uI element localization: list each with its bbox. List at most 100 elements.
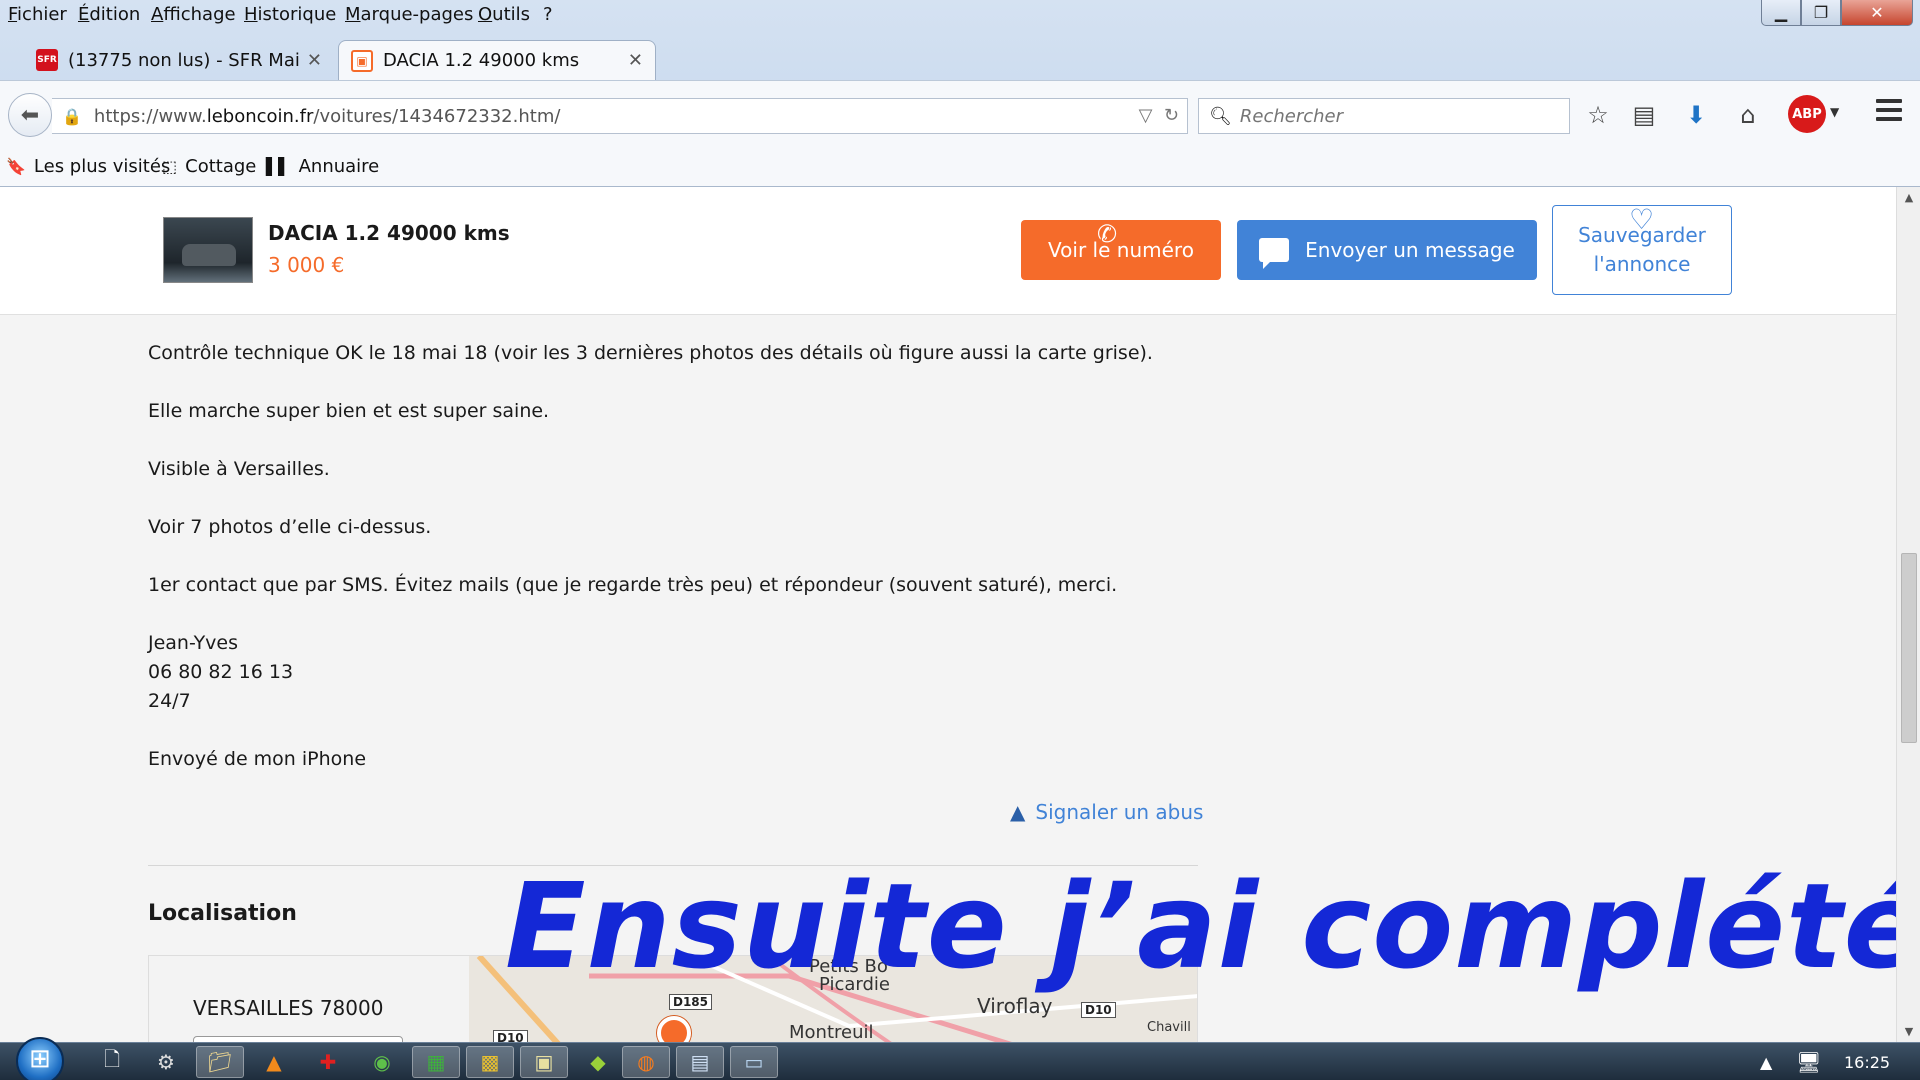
bookmark-star-icon[interactable]: ☆	[1582, 101, 1614, 129]
ad-sticky-header: DACIA 1.2 49000 kms 3 000 € ✆ Voir le nu…	[0, 187, 1896, 315]
paint-taskbar-icon[interactable]: ▩	[466, 1046, 514, 1078]
chrome-taskbar-icon[interactable]: ◉	[358, 1046, 406, 1078]
notepad-taskbar-icon[interactable]: 🗋	[88, 1046, 136, 1078]
tab-close-icon[interactable]: ✕	[307, 50, 322, 71]
menu-marque-pages[interactable]: Marque-pages	[345, 4, 473, 25]
map-place-label: Chavill	[1147, 1020, 1191, 1035]
close-window-button[interactable]: ✕	[1841, 0, 1913, 26]
description-paragraph: Contrôle technique OK le 18 mai 18 (voir…	[148, 342, 1153, 364]
menu-bar: Fichier Édition Affichage Historique Mar…	[0, 0, 1920, 30]
chevron-down-icon[interactable]: ▼	[1830, 105, 1839, 119]
ad-price: 3 000 €	[268, 253, 345, 277]
firefox-taskbar-icon[interactable]: ◍	[622, 1046, 670, 1078]
explorer-taskbar-icon[interactable]: 📁︎	[196, 1046, 244, 1078]
pdf-taskbar-icon[interactable]: ✚	[304, 1046, 352, 1078]
url-prefix: https://www.	[93, 105, 207, 127]
browser-chrome: Fichier Édition Affichage Historique Mar…	[0, 0, 1920, 187]
description-signature: Envoyé de mon iPhone	[148, 748, 367, 770]
start-button[interactable]	[16, 1037, 64, 1080]
bookmark-annuaire[interactable]: ▌▌ Annuaire	[266, 156, 379, 177]
chat-bubble-icon	[1259, 238, 1290, 269]
show-phone-label: Voir le numéro	[1048, 238, 1194, 262]
menu-help[interactable]: ?	[543, 4, 553, 25]
description-paragraph: 1er contact que par SMS. Évitez mails (q…	[148, 574, 1118, 596]
minimize-icon: ▁	[1774, 3, 1788, 22]
network-icon[interactable]: 🖥︎	[1796, 1050, 1821, 1074]
save-ad-label-line2: l'annonce	[1593, 252, 1691, 276]
page-scrollbar[interactable]: ▲ ▼	[1896, 187, 1920, 1042]
image-viewer-taskbar-icon[interactable]: ▣	[520, 1046, 568, 1078]
report-abuse-label: Signaler un abus	[1035, 800, 1204, 824]
minimize-button[interactable]: ▁	[1761, 0, 1801, 26]
search-icon: 🔍︎	[1209, 105, 1232, 127]
send-message-button[interactable]: Envoyer un message	[1237, 220, 1537, 280]
home-icon[interactable]: ⌂	[1732, 101, 1764, 129]
scroll-up-icon[interactable]: ▲	[1897, 191, 1920, 204]
app-taskbar-icon[interactable]: ⚙	[142, 1046, 190, 1078]
phone-icon: ✆	[1097, 220, 1118, 248]
reload-icon[interactable]: ↻	[1164, 105, 1179, 126]
download-icon[interactable]: ⬇	[1680, 101, 1712, 129]
url-controls: ▽ ↻	[1139, 105, 1179, 126]
restore-icon: ❐	[1813, 3, 1829, 22]
bookmarks-toolbar: 🔖 Les plus visités ⬚ Cottage ▌▌ Annuaire	[0, 148, 1920, 186]
back-arrow-icon: ⬅	[20, 102, 40, 128]
map-city-label: VERSAILLES 78000	[193, 996, 384, 1020]
send-message-label: Envoyer un message	[1305, 238, 1515, 262]
bookmark-cottage[interactable]: ⬚ Cottage	[162, 156, 256, 177]
ad-title: DACIA 1.2 49000 kms	[268, 221, 510, 245]
heart-icon: ♡	[1629, 203, 1655, 236]
bookmark-most-visited[interactable]: 🔖 Les plus visités	[6, 156, 170, 177]
tab-label: (13775 non lus) - SFR Mail ...	[68, 49, 299, 71]
window-taskbar-icon[interactable]: ▭	[730, 1046, 778, 1078]
app-green-taskbar-icon[interactable]: ◆	[574, 1046, 622, 1078]
maximize-button[interactable]: ❐	[1801, 0, 1841, 26]
url-bar[interactable]: 🔒 https://www. leboncoin.fr/voitures/1434…	[52, 98, 1188, 134]
clock[interactable]: 16:25	[1844, 1053, 1890, 1072]
description-paragraph: Voir 7 photos d’elle ci-dessus.	[148, 516, 432, 538]
menu-outils[interactable]: Outils	[478, 4, 530, 25]
bookmarks-list-icon[interactable]: ▤	[1628, 101, 1660, 129]
ad-thumbnail[interactable]	[163, 217, 253, 283]
hamburger-menu-icon[interactable]	[1876, 99, 1902, 126]
menu-fichier[interactable]: Fichier	[8, 4, 67, 25]
bookmark-label: Annuaire	[298, 156, 380, 177]
menu-edition[interactable]: Édition	[78, 4, 140, 25]
scrollbar-thumb[interactable]	[1901, 553, 1917, 743]
ad-description: Contrôle technique OK le 18 mai 18 (voir…	[148, 339, 1198, 803]
dropdown-triangle-icon[interactable]: ▽	[1139, 105, 1153, 126]
lock-icon: 🔒	[62, 106, 82, 126]
tab-leboncoin[interactable]: ▣ DACIA 1.2 49000 kms ✕	[338, 40, 656, 80]
tab-sfr-mail[interactable]: SFR (13775 non lus) - SFR Mail ... ✕	[24, 40, 334, 80]
map-pin-icon	[657, 1016, 691, 1042]
sfr-favicon-icon: SFR	[36, 49, 58, 71]
location-title: Localisation	[148, 901, 297, 926]
road-label: D10	[1081, 1002, 1116, 1018]
vlc-taskbar-icon[interactable]: ▲	[250, 1046, 298, 1078]
tab-close-icon[interactable]: ✕	[628, 50, 643, 71]
search-bar[interactable]: 🔍︎	[1198, 98, 1570, 134]
tab-label: DACIA 1.2 49000 kms	[383, 50, 580, 71]
bookmark-label: Cottage	[185, 156, 257, 177]
close-icon: ✕	[1870, 3, 1884, 22]
bar-chart-icon: ▌▌	[266, 157, 291, 176]
bookmark-label: Les plus visités	[33, 156, 171, 177]
show-phone-button[interactable]: ✆ Voir le numéro	[1021, 220, 1221, 280]
document-taskbar-icon[interactable]: ▤	[676, 1046, 724, 1078]
save-ad-button[interactable]: ♡ Sauvegarder l'annonce	[1552, 205, 1732, 295]
description-paragraph: Visible à Versailles.	[148, 458, 330, 480]
spreadsheet-taskbar-icon[interactable]: ▦	[412, 1046, 460, 1078]
report-abuse-link[interactable]: ▲ Signaler un abus	[1010, 800, 1203, 824]
web-page: DACIA 1.2 49000 kms 3 000 € ✆ Voir le nu…	[0, 187, 1896, 1042]
seller-name: Jean-Yves	[148, 632, 239, 654]
search-input[interactable]	[1239, 105, 1560, 127]
menu-affichage[interactable]: Affichage	[151, 4, 236, 25]
back-button[interactable]: ⬅	[8, 93, 52, 137]
adblock-plus-icon[interactable]: ABP	[1788, 95, 1826, 133]
leboncoin-favicon-icon: ▣	[351, 49, 373, 72]
menu-historique[interactable]: Historique	[244, 4, 336, 25]
url-host: leboncoin.fr	[206, 105, 314, 127]
scroll-down-icon[interactable]: ▼	[1897, 1025, 1920, 1038]
overlay-caption: Ensuite j’ai complété :	[505, 857, 1896, 995]
tray-expand-icon[interactable]: ▲	[1760, 1053, 1772, 1072]
